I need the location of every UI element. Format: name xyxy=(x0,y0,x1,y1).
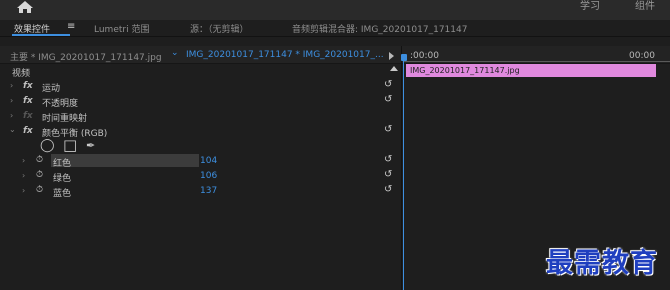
reset-icon[interactable]: ↺ xyxy=(384,79,392,90)
home-icon[interactable] xyxy=(14,0,36,14)
reset-icon[interactable]: ↺ xyxy=(384,184,392,195)
fx-icon[interactable]: fx xyxy=(23,81,33,91)
sequence-clip-dropdown[interactable]: IMG_20201017_171147 * IMG_20201017_... xyxy=(186,50,384,60)
playhead-line[interactable] xyxy=(403,61,404,290)
effect-motion[interactable]: 运动 xyxy=(42,81,60,94)
timeline-start-timecode: :00:00 xyxy=(410,51,439,61)
property-red-label: 红色 xyxy=(53,159,72,169)
tab-audio-clip-mixer[interactable]: 音频剪辑混合器: IMG_20201017_171147 xyxy=(292,22,467,35)
fx-icon: fx xyxy=(23,111,33,121)
pen-mask-icon[interactable]: ✒ xyxy=(86,139,95,152)
workspace-learn-tab[interactable]: 学习 xyxy=(580,0,600,12)
reset-icon[interactable]: ↺ xyxy=(384,169,392,180)
chevron-right-icon[interactable]: › xyxy=(10,96,13,105)
property-blue-label: 蓝色 xyxy=(53,189,72,199)
stopwatch-icon[interactable]: ⏱ xyxy=(36,155,43,165)
play-only-icon[interactable] xyxy=(389,52,394,60)
reset-icon[interactable]: ↺ xyxy=(384,124,392,135)
video-section-header: 视频 xyxy=(12,69,31,79)
panel-divider[interactable] xyxy=(401,46,402,290)
chevron-right-icon[interactable]: › xyxy=(22,171,25,180)
ellipse-mask-icon[interactable]: ◯ xyxy=(40,138,55,153)
panel-menu-icon[interactable]: ≡ xyxy=(67,21,75,32)
chevron-right-icon[interactable]: › xyxy=(22,186,25,195)
tab-lumetri-scopes[interactable]: Lumetri 范围 xyxy=(94,22,149,35)
chevron-right-icon[interactable]: › xyxy=(10,111,13,120)
playhead-handle[interactable] xyxy=(401,54,407,61)
timeline-clip-label: IMG_20201017_171147.jpg xyxy=(410,66,520,75)
reset-icon[interactable]: ↺ xyxy=(384,154,392,165)
chevron-down-icon[interactable]: ⌄ xyxy=(171,48,179,58)
chevron-right-icon[interactable]: › xyxy=(22,156,25,165)
reset-icon[interactable]: ↺ xyxy=(384,94,392,105)
property-green-label: 绿色 xyxy=(53,174,72,184)
rectangle-mask-icon[interactable]: □ xyxy=(63,136,77,154)
active-tab-indicator xyxy=(12,34,70,36)
selected-row-highlight xyxy=(51,154,199,167)
fx-icon[interactable]: fx xyxy=(23,96,33,106)
chevron-down-icon[interactable]: ⌄ xyxy=(9,125,16,134)
app-top-bar xyxy=(0,0,670,21)
workspace-assembly-tab[interactable]: 组件 xyxy=(635,0,655,12)
watermark-logo: 最需教育 xyxy=(546,248,658,279)
master-clip-label[interactable]: 主要 * IMG_20201017_171147.jpg xyxy=(10,50,162,63)
chevron-right-icon[interactable]: › xyxy=(10,81,13,90)
timeline-end-timecode: 00:00 xyxy=(629,51,655,61)
stopwatch-icon[interactable]: ⏱ xyxy=(36,170,43,180)
fx-icon[interactable]: fx xyxy=(23,126,33,136)
property-red-value[interactable]: 104 xyxy=(200,156,217,166)
time-ruler[interactable] xyxy=(403,61,670,62)
effect-time-remapping[interactable]: 时间重映射 xyxy=(42,111,87,124)
property-blue-value[interactable]: 137 xyxy=(200,186,217,196)
property-green-value[interactable]: 106 xyxy=(200,171,217,181)
tab-source[interactable]: 源：（无剪辑） xyxy=(190,22,249,35)
collapse-up-icon[interactable] xyxy=(390,66,398,71)
effect-opacity[interactable]: 不透明度 xyxy=(42,96,78,109)
stopwatch-icon[interactable]: ⏱ xyxy=(36,185,43,195)
